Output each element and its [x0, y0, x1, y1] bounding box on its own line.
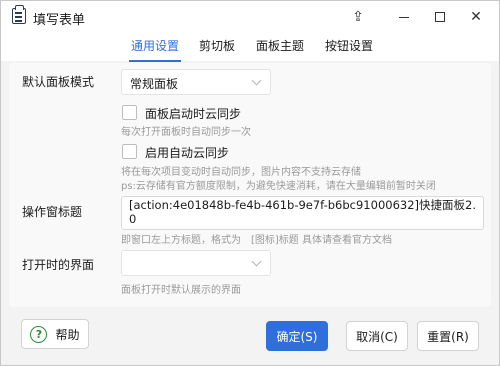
help-button-label: 帮助 [55, 327, 80, 342]
tab-panel-theme[interactable]: 面板主题 [254, 37, 306, 59]
window-title-label: 操作窗标题 [22, 205, 83, 219]
open-view-select[interactable] [121, 250, 271, 276]
close-button[interactable]: ✕ [453, 1, 499, 33]
open-view-hint: 面板打开时默认展示的界面 [121, 285, 241, 296]
panel-mode-value: 常规面板 [130, 77, 179, 91]
window-title-input[interactable]: [action:4e01848b-fe4b-461b-9e7f-b6bc9100… [121, 196, 484, 230]
minimize-icon [399, 16, 409, 18]
ok-button[interactable]: 确定(S) [266, 321, 328, 351]
reset-button[interactable]: 重置(R) [417, 321, 479, 351]
help-button[interactable]: ? 帮助 [21, 319, 89, 349]
pin-button[interactable]: ⇪ [335, 1, 381, 33]
help-icon: ? [30, 325, 48, 343]
tab-button-settings[interactable]: 按钮设置 [323, 37, 375, 59]
cloud-sync-on-start-hint: 每次打开面板时自动同步一次 [121, 127, 251, 138]
form-window: 填写表单 ⇪ ✕ 通用设置 剪切板 面板主题 按钮设置 默认面板模式 常规面板 … [0, 0, 500, 366]
auto-cloud-sync-hint-2: ps:云存储有官方额度限制，为避免快速消耗，请在大量编辑前暂时关闭 [121, 181, 436, 192]
panel-mode-select[interactable]: 常规面板 [121, 69, 271, 95]
auto-cloud-sync-label: 启用自动云同步 [145, 146, 230, 160]
clipboard-icon [12, 5, 26, 24]
tab-clipboard[interactable]: 剪切板 [197, 37, 237, 59]
auto-cloud-sync-checkbox[interactable] [122, 144, 137, 159]
maximize-icon [435, 12, 445, 22]
pin-icon: ⇪ [352, 9, 364, 25]
cloud-sync-on-start-label: 面板启动时云同步 [145, 107, 242, 121]
close-icon: ✕ [470, 9, 482, 25]
cancel-button[interactable]: 取消(C) [346, 321, 408, 351]
settings-panel: 默认面板模式 常规面板 面板启动时云同步 每次打开面板时自动同步一次 启用自动云… [9, 63, 491, 307]
chevron-down-icon [251, 256, 262, 267]
window-title-hint: 即窗口左上方标题，格式为 [图标]标题 具体请查看官方文档 [121, 235, 392, 246]
title-bar: 填写表单 ⇪ ✕ [1, 1, 499, 33]
auto-cloud-sync-hint-1: 将在每次项目变动时自动同步，图片内容不支持云存储 [121, 167, 361, 178]
window-title: 填写表单 [33, 13, 86, 28]
chevron-down-icon [251, 75, 262, 86]
open-view-label: 打开时的界面 [22, 258, 95, 272]
tab-bar: 通用设置 剪切板 面板主题 按钮设置 [1, 33, 499, 62]
tab-general-settings[interactable]: 通用设置 [129, 37, 181, 62]
panel-mode-label: 默认面板模式 [22, 75, 95, 89]
cloud-sync-on-start-checkbox[interactable] [122, 105, 137, 120]
